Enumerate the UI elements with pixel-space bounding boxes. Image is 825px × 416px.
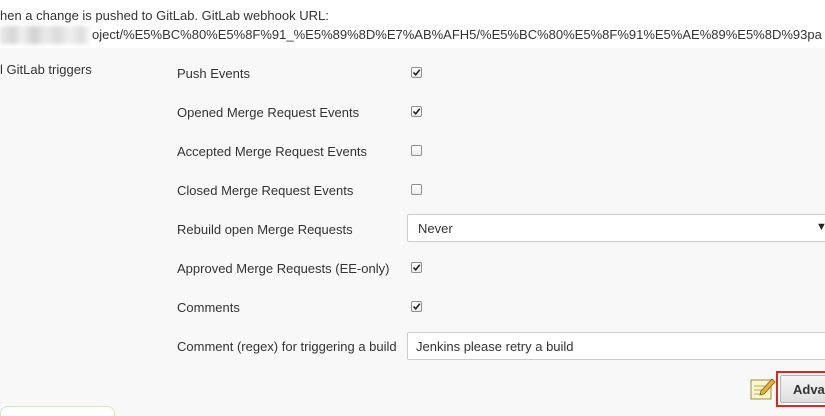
closed-merge-request-checkbox[interactable] xyxy=(411,184,422,195)
checkmark-icon xyxy=(412,303,421,311)
checkmark-icon xyxy=(412,108,421,116)
chevron-down-icon: ▼ xyxy=(816,221,825,233)
closed-merge-request-label: Closed Merge Request Events xyxy=(177,183,354,198)
bottom-info-box xyxy=(0,406,115,416)
approved-merge-request-checkbox[interactable] xyxy=(411,262,422,273)
notepad-icon[interactable] xyxy=(750,377,776,401)
rebuild-open-mr-label: Rebuild open Merge Requests xyxy=(177,222,353,237)
push-events-label: Push Events xyxy=(177,66,250,81)
approved-merge-request-label: Approved Merge Requests (EE-only) xyxy=(177,261,390,276)
opened-merge-request-label: Opened Merge Request Events xyxy=(177,105,360,120)
accepted-merge-request-checkbox[interactable] xyxy=(411,145,422,156)
webhook-description: hen a change is pushed to GitLab. GitLab… xyxy=(0,0,825,48)
push-events-checkbox[interactable] xyxy=(411,67,422,78)
comment-regex-label: Comment (regex) for triggering a build xyxy=(177,339,397,354)
rebuild-open-mr-select[interactable]: Never ▼ xyxy=(407,214,825,242)
opened-merge-request-checkbox[interactable] xyxy=(411,106,422,117)
accepted-merge-request-label: Accepted Merge Request Events xyxy=(177,144,368,159)
redacted-url-prefix xyxy=(0,26,92,44)
gitlab-trigger-config: hen a change is pushed to GitLab. GitLab… xyxy=(0,0,825,416)
webhook-url: oject/%E5%BC%80%E5%8F%91_%E5%89%8D%E7%AB… xyxy=(92,27,822,42)
advanced-button[interactable]: Advan xyxy=(776,371,825,407)
checkmark-icon xyxy=(412,264,421,272)
checkmark-icon xyxy=(412,69,421,77)
rebuild-selected-value: Never xyxy=(418,221,453,236)
advanced-button-face: Advan xyxy=(780,375,825,403)
comments-label: Comments xyxy=(177,300,240,315)
comments-checkbox[interactable] xyxy=(411,301,422,312)
gitlab-triggers-label: l GitLab triggers xyxy=(0,62,92,77)
comment-regex-input[interactable]: Jenkins please retry a build xyxy=(407,332,825,360)
description-text: hen a change is pushed to GitLab. GitLab… xyxy=(0,8,329,23)
advanced-button-label: Advan xyxy=(793,382,825,397)
comment-regex-value: Jenkins please retry a build xyxy=(416,339,574,354)
trigger-options-panel: l GitLab triggers Push Events Opened Mer… xyxy=(0,48,825,416)
